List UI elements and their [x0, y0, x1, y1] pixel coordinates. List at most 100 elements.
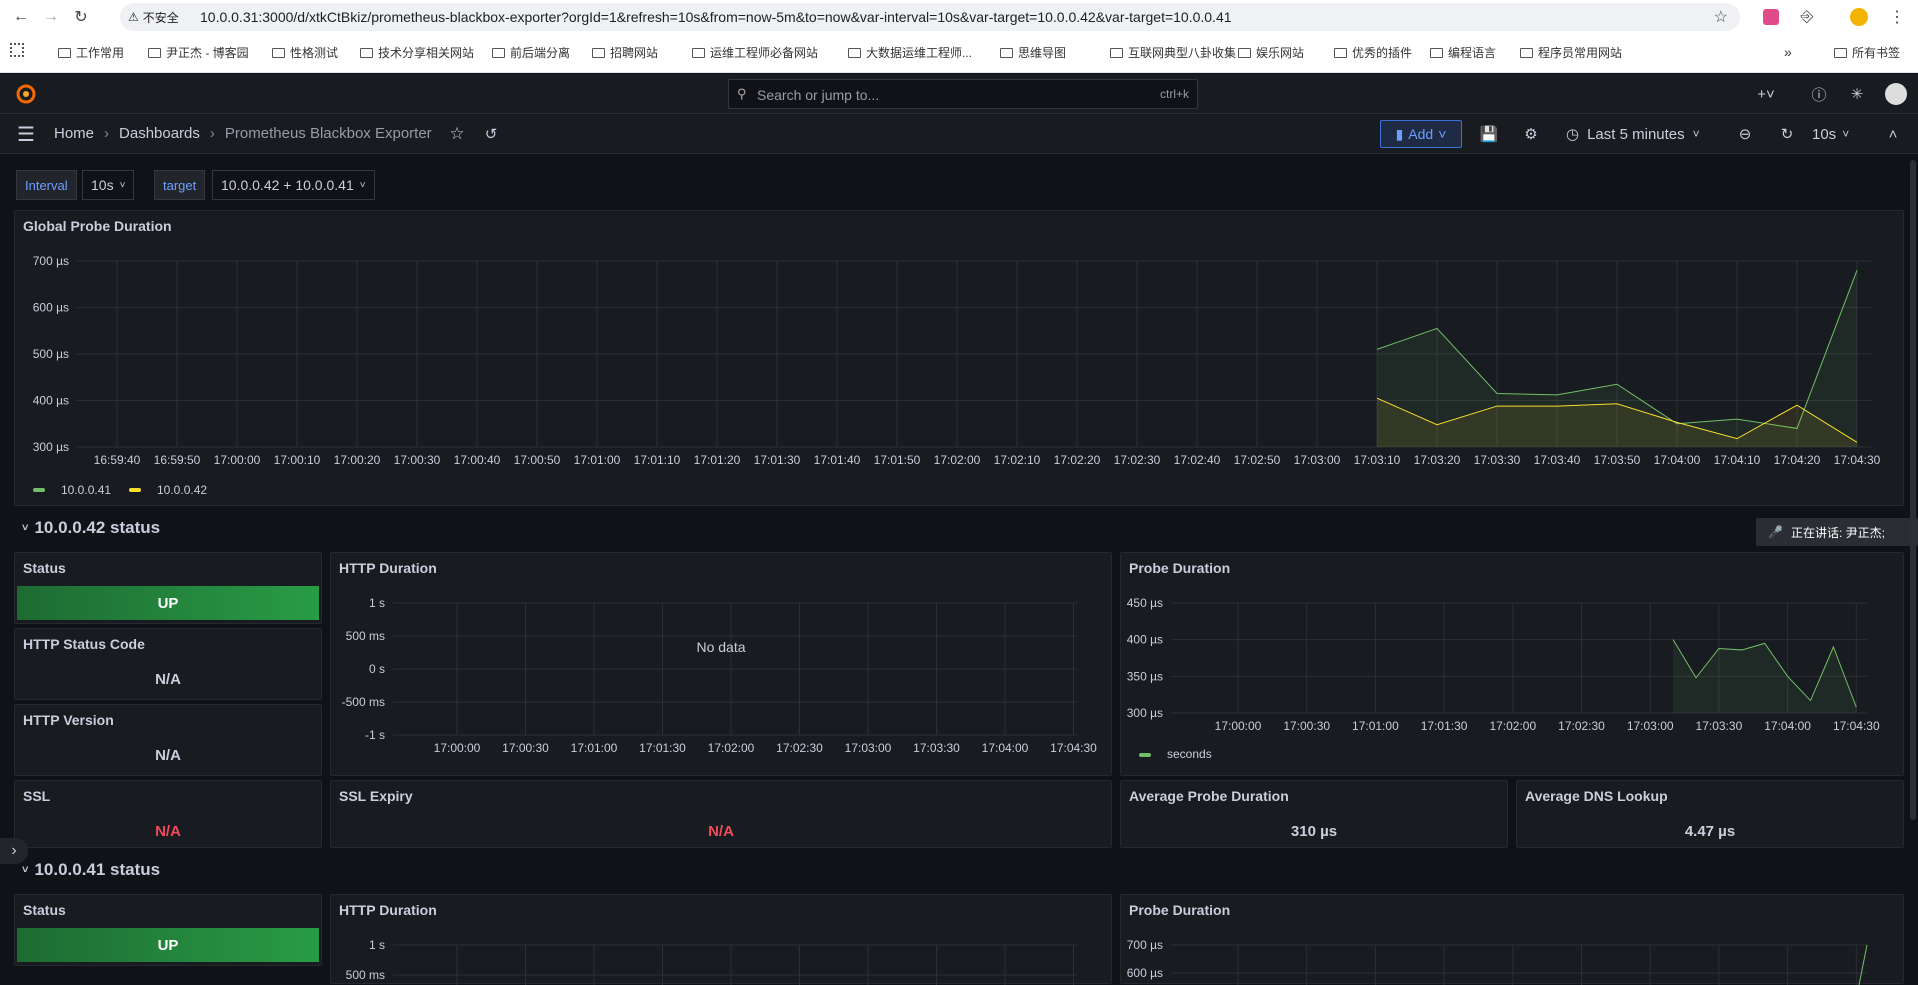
y-tick-label: 400 µs: [1127, 633, 1163, 647]
insecure-chip[interactable]: ⚠ 不安全: [128, 7, 179, 27]
interval-variable-label: Interval: [16, 170, 77, 200]
status-value: UP: [17, 586, 319, 620]
user-avatar[interactable]: [1884, 82, 1908, 106]
collapse-up-icon[interactable]: ˄: [1882, 123, 1904, 145]
breadcrumb-dashboards[interactable]: Dashboards: [119, 125, 200, 142]
bookmark-item[interactable]: 技术分享相关网站: [360, 44, 474, 61]
reload-icon[interactable]: ↻: [68, 4, 94, 30]
y-tick-label: 1 s: [369, 596, 385, 610]
clock-icon: ◷: [1566, 126, 1580, 143]
bookmark-item[interactable]: 思维导图: [1000, 44, 1066, 61]
http-version-panel-42: HTTP Version N/A: [14, 704, 322, 776]
x-tick-label: 17:01:00: [574, 453, 621, 467]
search-icon: ⚲: [737, 86, 747, 101]
chevron-right-icon: ›: [104, 125, 110, 142]
bookmark-item[interactable]: 招聘网站: [592, 44, 658, 61]
extensions-icon[interactable]: ⎆: [1794, 4, 1820, 30]
settings-gear-icon[interactable]: ⚙: [1520, 123, 1542, 145]
more-bookmarks-icon[interactable]: »: [1784, 44, 1792, 60]
star-bookmark-icon[interactable]: ☆: [1714, 7, 1728, 27]
no-data-label: No data: [696, 639, 746, 655]
bookmark-item[interactable]: 互联网典型八卦收集: [1110, 44, 1236, 61]
translate-extension-icon[interactable]: [1758, 4, 1784, 30]
x-tick-label: 17:04:30: [1834, 453, 1881, 467]
x-tick-label: 17:02:00: [934, 453, 981, 467]
probe-duration-chart[interactable]: 450 µs 400 µs 350 µs 300 µs 17:00:00 17:00:30…: [1121, 553, 1905, 777]
x-tick-label: 17:03:10: [1354, 453, 1401, 467]
bookmark-label: 前后端分离: [510, 46, 571, 60]
x-tick-label: 17:00:50: [514, 453, 561, 467]
bookmark-item[interactable]: 优秀的插件: [1334, 44, 1412, 61]
folder-icon: [592, 47, 605, 58]
folder-icon: [692, 47, 705, 58]
x-tick-label: 17:04:10: [1714, 453, 1761, 467]
profile-icon[interactable]: [1846, 4, 1872, 30]
url-text[interactable]: 10.0.0.31:3000/d/xtkCtBkiz/prometheus-bl…: [200, 9, 1232, 25]
global-probe-chart[interactable]: 700 µs 600 µs 500 µs 400 µs 300 µs 16:59:40 16…: [15, 211, 1905, 507]
stat-value: N/A: [155, 671, 181, 688]
http-duration-chart[interactable]: 1 s500 ms0 s-500 ms-1 s17:00:00 17:00:30 1…: [331, 553, 1113, 777]
x-tick-label: 17:00:40: [454, 453, 501, 467]
bookmark-item[interactable]: 运维工程师必备网站: [692, 44, 818, 61]
breadcrumb-current: Prometheus Blackbox Exporter: [224, 125, 432, 142]
time-picker[interactable]: ◷ Last 5 minutes ˅: [1566, 123, 1700, 145]
chevron-down-icon: ˅: [1842, 127, 1850, 141]
menu-hamburger-icon[interactable]: ☰: [14, 123, 38, 146]
share-icon[interactable]: ↺: [480, 123, 502, 145]
bookmark-item[interactable]: 工作常用: [58, 44, 124, 61]
search-bar[interactable]: ⚲ Search or jump to... ctrl+k: [728, 79, 1198, 109]
address-bar[interactable]: ⚠ 不安全 10.0.0.31:3000/d/xtkCtBkiz/prometh…: [120, 3, 1740, 31]
apps-grid-icon[interactable]: [10, 43, 24, 57]
probe-duration-chart[interactable]: 700 µs600 µs: [1121, 895, 1905, 985]
bookmark-item[interactable]: 程序员常用网站: [1520, 44, 1622, 61]
news-rss-icon[interactable]: ✳: [1846, 83, 1868, 105]
http-duration-panel-41: HTTP Duration 1 s 500 ms: [330, 894, 1113, 985]
save-icon[interactable]: 💾: [1478, 123, 1500, 145]
bookmark-item[interactable]: 编程语言: [1430, 44, 1496, 61]
bookmark-item[interactable]: 前后端分离: [492, 44, 570, 61]
vertical-scrollbar[interactable]: [1910, 160, 1916, 820]
x-tick-label: 17:01:30: [1421, 719, 1468, 733]
http-duration-chart[interactable]: 1 s 500 ms: [331, 895, 1113, 985]
http-status-code-panel-42: HTTP Status Code N/A: [14, 628, 322, 700]
help-icon[interactable]: ⓘ: [1808, 83, 1830, 105]
legend-swatch: [1139, 753, 1151, 757]
target-value: 10.0.0.42 + 10.0.0.41: [221, 177, 354, 193]
row-header-41[interactable]: ˅ 10.0.0.41 status: [22, 860, 160, 880]
menu-kebab-icon[interactable]: ⋮: [1884, 4, 1910, 30]
x-tick-label: 17:03:20: [1414, 453, 1461, 467]
new-plus-icon[interactable]: +˅: [1748, 83, 1784, 105]
bookmark-item[interactable]: 娱乐网站: [1238, 44, 1304, 61]
ssl-panel-42: SSL N/A: [14, 780, 322, 848]
x-tick-label: 16:59:50: [154, 453, 201, 467]
bookmarks-bar: 工作常用 尹正杰 - 博客园 性格测试 技术分享相关网站 前后端分离 招聘网站 运维工程师必…: [0, 33, 1918, 73]
x-tick-label: 17:03:30: [913, 741, 960, 755]
x-tick-label: 17:00:00: [1215, 719, 1262, 733]
x-tick-label: 16:59:40: [94, 453, 141, 467]
bookmark-label: 性格测试: [290, 46, 339, 60]
breadcrumb-home[interactable]: Home: [54, 125, 94, 142]
interval-variable-select[interactable]: 10s ˅: [82, 170, 135, 200]
add-button[interactable]: ▮ Add ˅: [1380, 120, 1462, 148]
x-tick-label: 17:00:30: [502, 741, 549, 755]
legend-label: seconds: [1167, 747, 1212, 761]
microphone-icon: 🎤: [1768, 525, 1783, 539]
all-bookmarks[interactable]: 所有书签: [1834, 44, 1900, 61]
refresh-interval-picker[interactable]: 10s ˅: [1812, 123, 1849, 145]
zoom-out-icon[interactable]: ⊖: [1734, 123, 1756, 145]
grafana-logo-icon[interactable]: [14, 82, 38, 106]
avg-probe-duration-panel-42: Average Probe Duration 310 µs: [1120, 780, 1508, 848]
x-tick-label: 17:01:20: [694, 453, 741, 467]
bookmark-item[interactable]: 性格测试: [272, 44, 338, 61]
x-tick-label: 17:04:00: [982, 741, 1029, 755]
bookmark-item[interactable]: 大数据运维工程师...: [848, 44, 972, 61]
x-tick-label: 17:02:00: [708, 741, 755, 755]
row-header-42[interactable]: ˅ 10.0.0.42 status: [22, 518, 160, 538]
star-icon[interactable]: ☆: [446, 123, 468, 145]
bookmark-item[interactable]: 尹正杰 - 博客园: [148, 44, 249, 61]
back-icon[interactable]: ←: [8, 4, 34, 30]
target-variable-select[interactable]: 10.0.0.42 + 10.0.0.41 ˅: [212, 170, 375, 200]
refresh-icon[interactable]: ↻: [1776, 123, 1798, 145]
legend-swatch: [33, 488, 45, 492]
forward-icon[interactable]: →: [38, 4, 64, 30]
